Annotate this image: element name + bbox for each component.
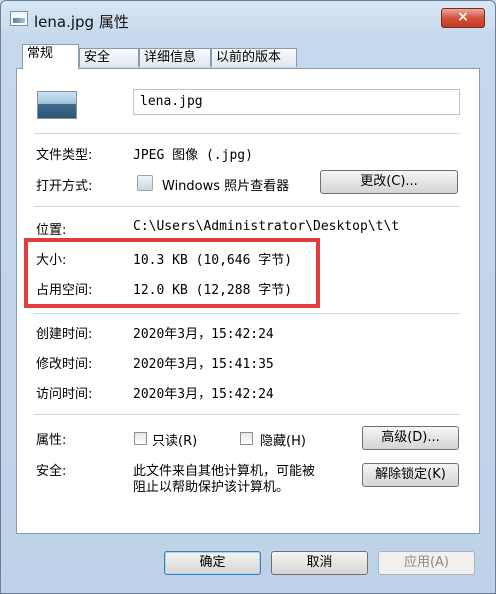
divider bbox=[34, 414, 460, 415]
close-icon: × bbox=[457, 9, 469, 25]
divider bbox=[34, 313, 460, 314]
hidden-label[interactable]: 隐藏(H) bbox=[260, 430, 306, 449]
accessed-value: 2020年3月，15:42:24 bbox=[133, 387, 274, 402]
image-thumbnail-icon bbox=[37, 91, 77, 119]
open-with-value: Windows 照片查看器 bbox=[162, 179, 290, 194]
location-value: C:\Users\Administrator\Desktop\t\t bbox=[133, 219, 400, 234]
accessed-label: 访问时间: bbox=[36, 387, 93, 402]
file-type-value: JPEG 图像 (.jpg) bbox=[133, 148, 253, 163]
dialog-footer: 确定 取消 应用(A) bbox=[0, 536, 496, 594]
modified-label: 修改时间: bbox=[36, 357, 93, 372]
readonly-checkbox[interactable] bbox=[134, 432, 147, 445]
cancel-button[interactable]: 取消 bbox=[271, 551, 368, 575]
close-button[interactable]: × bbox=[441, 8, 485, 28]
photo-viewer-icon bbox=[137, 175, 153, 191]
modified-value: 2020年3月，15:41:35 bbox=[133, 357, 274, 372]
tab-security-label: 安全 bbox=[84, 50, 111, 65]
attributes-label: 属性: bbox=[36, 433, 67, 448]
window-title: lena.jpg 属性 bbox=[34, 13, 129, 31]
red-highlight-box bbox=[24, 238, 320, 308]
change-button[interactable]: 更改(C)... bbox=[320, 170, 458, 194]
open-with-label: 打开方式: bbox=[36, 179, 93, 194]
title-bar[interactable]: lena.jpg 属性 × bbox=[0, 0, 496, 40]
security-label: 安全: bbox=[36, 464, 67, 479]
image-file-icon bbox=[10, 11, 28, 26]
tab-details[interactable]: 详细信息 bbox=[139, 48, 211, 67]
tab-general-label: 常规 bbox=[27, 46, 54, 61]
created-label: 创建时间: bbox=[36, 327, 93, 342]
tab-previous-versions[interactable]: 以前的版本 bbox=[211, 48, 297, 67]
file-type-label: 文件类型: bbox=[36, 148, 93, 163]
advanced-button[interactable]: 高级(D)... bbox=[362, 426, 459, 450]
tab-details-label: 详细信息 bbox=[144, 50, 197, 65]
location-label: 位置: bbox=[36, 223, 67, 238]
divider bbox=[34, 133, 460, 134]
tab-previous-versions-label: 以前的版本 bbox=[216, 50, 282, 65]
ok-button[interactable]: 确定 bbox=[164, 551, 261, 575]
created-value: 2020年3月，15:42:24 bbox=[133, 327, 274, 342]
apply-button[interactable]: 应用(A) bbox=[378, 551, 475, 575]
tab-general[interactable]: 常规 bbox=[22, 44, 79, 69]
readonly-label[interactable]: 只读(R) bbox=[152, 430, 197, 449]
unblock-button[interactable]: 解除锁定(K) bbox=[362, 463, 459, 487]
hidden-checkbox[interactable] bbox=[240, 432, 253, 445]
security-text-line2: 阻止以帮助保护该计算机。 bbox=[133, 480, 290, 495]
filename-input[interactable]: lena.jpg bbox=[133, 89, 460, 115]
divider bbox=[34, 206, 460, 207]
tab-security[interactable]: 安全 bbox=[79, 48, 139, 67]
